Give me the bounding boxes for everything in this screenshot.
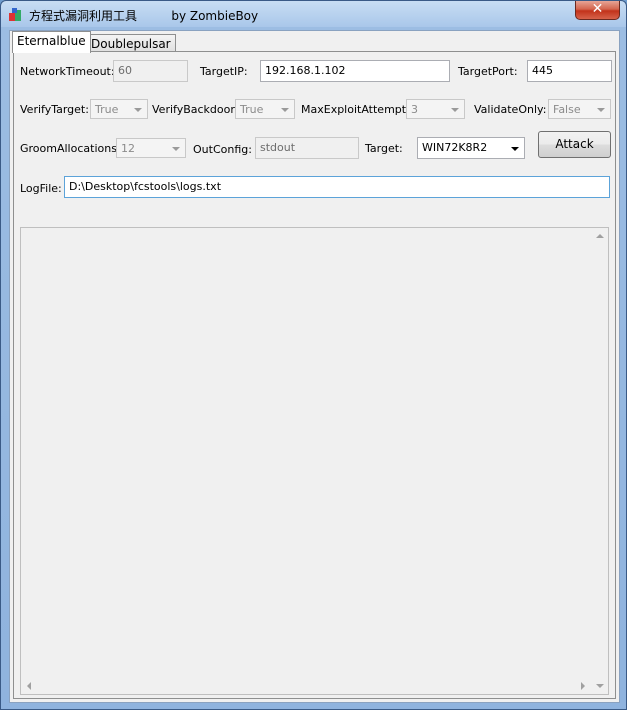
groom-allocations-value: 12 <box>121 142 135 155</box>
chevron-down-icon <box>172 147 180 151</box>
title-bar[interactable]: 方程式漏洞利用工具 by ZombieBoy ✕ <box>1 1 626 28</box>
max-exploit-attempts-label: MaxExploitAttempts: <box>301 103 416 116</box>
validate-only-label: ValidateOnly: <box>474 103 547 116</box>
chevron-down-icon <box>134 108 142 112</box>
chevron-down-icon <box>281 108 289 112</box>
target-ip-label: TargetIP: <box>200 65 248 78</box>
verify-target-value: True <box>95 103 119 116</box>
horizontal-scrollbar[interactable] <box>21 677 591 694</box>
scroll-down-icon[interactable] <box>596 684 604 688</box>
network-timeout-field[interactable]: 60 <box>113 60 188 82</box>
chevron-down-icon <box>597 108 605 112</box>
scroll-right-icon[interactable] <box>581 682 585 690</box>
verify-backdoor-label: VerifyBackdoor: <box>152 103 239 116</box>
target-port-label: TargetPort: <box>458 65 518 78</box>
groom-allocations-select[interactable]: 12 <box>116 138 186 158</box>
target-value: WIN72K8R2 <box>422 141 488 154</box>
out-config-field[interactable]: stdout <box>255 137 359 159</box>
target-ip-field[interactable]: 192.168.1.102 <box>260 60 450 82</box>
log-file-field[interactable]: D:\Desktop\fcstools\logs.txt <box>64 176 610 198</box>
max-exploit-attempts-select[interactable]: 3 <box>406 99 465 119</box>
scroll-left-icon[interactable] <box>27 682 31 690</box>
app-icon <box>9 8 21 21</box>
network-timeout-label: NetworkTimeout: <box>20 65 115 78</box>
vertical-scrollbar[interactable] <box>591 228 608 694</box>
log-output[interactable] <box>20 227 609 695</box>
chevron-down-icon <box>511 147 519 151</box>
verify-target-label: VerifyTarget: <box>20 103 89 116</box>
client-area: Eternalblue Doublepulsar NetworkTimeout:… <box>9 30 620 703</box>
eternalblue-panel: NetworkTimeout: 60 TargetIP: 192.168.1.1… <box>13 51 616 699</box>
groom-allocations-label: GroomAllocations: <box>20 142 121 155</box>
close-icon: ✕ <box>591 1 604 17</box>
verify-backdoor-value: True <box>240 103 264 116</box>
validate-only-value: False <box>553 103 581 116</box>
out-config-label: OutConfig: <box>193 143 252 156</box>
verify-target-select[interactable]: True <box>90 99 148 119</box>
log-file-label: LogFile: <box>20 182 62 195</box>
window-title: 方程式漏洞利用工具 by ZombieBoy <box>29 9 259 23</box>
target-label: Target: <box>365 142 403 155</box>
app-window: 方程式漏洞利用工具 by ZombieBoy ✕ Eternalblue Dou… <box>0 0 627 710</box>
scroll-up-icon[interactable] <box>596 234 604 238</box>
target-port-field[interactable]: 445 <box>527 60 612 82</box>
max-exploit-attempts-value: 3 <box>411 103 418 116</box>
attack-button[interactable]: Attack <box>538 131 611 158</box>
validate-only-select[interactable]: False <box>548 99 611 119</box>
verify-backdoor-select[interactable]: True <box>235 99 295 119</box>
close-button[interactable]: ✕ <box>575 1 620 20</box>
target-select[interactable]: WIN72K8R2 <box>417 137 525 159</box>
tab-eternalblue[interactable]: Eternalblue <box>12 31 91 53</box>
chevron-down-icon <box>451 108 459 112</box>
